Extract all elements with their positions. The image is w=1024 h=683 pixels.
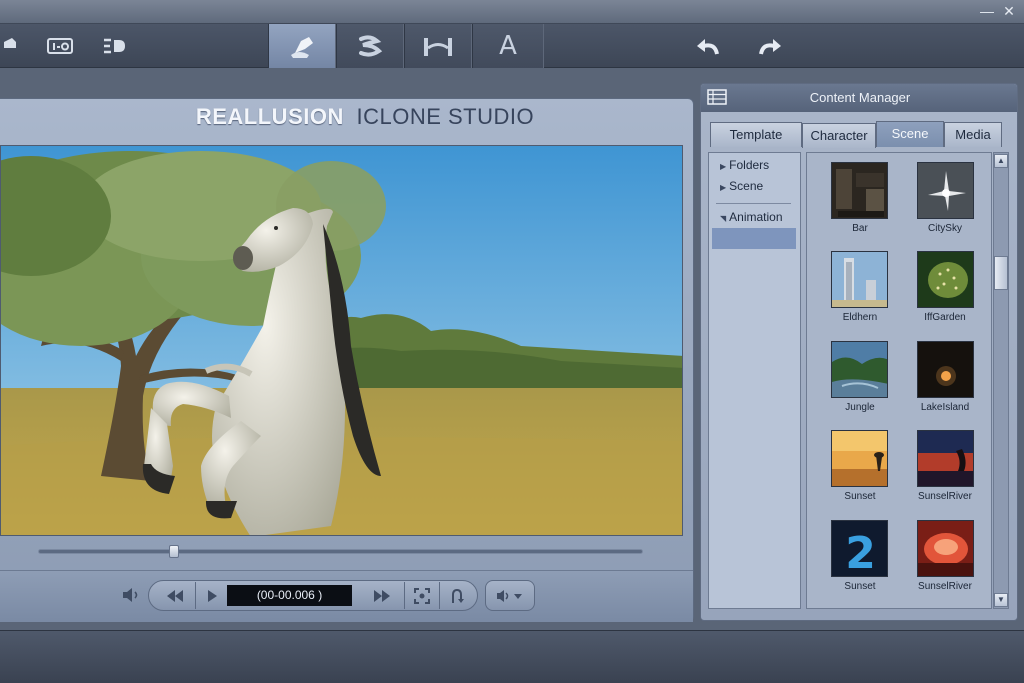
number-two-glyph: 2	[845, 528, 876, 577]
loop-button[interactable]	[441, 580, 473, 611]
focus-icon	[414, 587, 430, 604]
fast-forward-icon	[374, 589, 390, 602]
tree-item-label: Scene	[729, 179, 764, 193]
scroll-up-button[interactable]: ▲	[994, 154, 1008, 168]
3d-icon	[104, 38, 125, 54]
thumbnail-jungle[interactable]	[831, 341, 888, 398]
content-scrollbar[interactable]	[993, 152, 1009, 609]
thumbnail-sunset[interactable]	[831, 430, 888, 487]
thumbnail-lakeisland[interactable]	[917, 341, 974, 398]
tab-media[interactable]: Media	[944, 122, 1002, 147]
thumbnail-sunselriver-2[interactable]	[917, 520, 974, 577]
tree-selected-row[interactable]	[712, 228, 796, 249]
item-label: Bar	[852, 223, 868, 234]
thumbnail-iffgarden[interactable]	[917, 251, 974, 308]
io-button[interactable]	[40, 24, 80, 68]
tab-character[interactable]: Character	[802, 123, 876, 148]
collapse-arrow-icon: ◥	[720, 214, 727, 223]
animation-tab-icon	[359, 35, 383, 57]
actor-tab-icon	[291, 37, 313, 58]
path-tab-icon	[424, 38, 452, 56]
tab-text[interactable]: A	[472, 24, 544, 68]
item-label: IffGarden	[924, 312, 966, 323]
minimize-button[interactable]: —	[978, 3, 996, 19]
expand-arrow-icon: ▶	[720, 183, 727, 192]
product-name: ICLONE STUDIO	[356, 104, 535, 129]
tab-path[interactable]	[404, 24, 472, 68]
item-label: SunselRiver	[918, 491, 972, 502]
io-icon	[47, 38, 73, 54]
timeline-track[interactable]	[38, 549, 643, 554]
stage-button[interactable]	[0, 24, 22, 68]
viewport-title: REALLUSION ICLONE STUDIO	[0, 104, 730, 136]
tree-item-animation[interactable]: ◥ Animation	[720, 210, 783, 224]
redo-icon	[759, 39, 781, 55]
rewind-icon	[167, 589, 183, 602]
undo-icon	[697, 39, 719, 55]
tree-divider	[716, 203, 791, 204]
scene-render	[1, 146, 682, 535]
loop-icon	[452, 588, 464, 603]
scroll-down-icon: ▼	[997, 595, 1005, 604]
3d-button[interactable]	[96, 24, 132, 68]
expand-arrow-icon: ▶	[720, 162, 727, 171]
scene-viewport[interactable]	[0, 145, 683, 536]
list-view-icon[interactable]	[707, 89, 727, 105]
tree-item-label: Folders	[729, 158, 770, 172]
redo-button[interactable]	[752, 24, 788, 68]
play-icon	[208, 589, 217, 602]
bottom-panel	[0, 630, 1024, 683]
stage-icon	[4, 38, 16, 48]
tree-item-label: Animation	[729, 210, 783, 224]
text-tab-icon: A	[499, 31, 517, 61]
brand-name: REALLUSION	[195, 104, 344, 129]
tab-template[interactable]: Template	[710, 122, 802, 147]
item-label: Eldhern	[842, 312, 878, 323]
item-label: SunselRiver	[918, 581, 972, 592]
audio-dropdown-icon	[497, 589, 522, 602]
thumbnail-sunselriver[interactable]	[917, 430, 974, 487]
timeline-thumb[interactable]	[169, 545, 179, 558]
thumbnail-bar[interactable]	[831, 162, 888, 219]
tab-actor[interactable]	[268, 24, 336, 68]
item-label: CitySky	[928, 223, 962, 234]
scroll-thumb[interactable]	[994, 256, 1008, 290]
play-button[interactable]	[198, 580, 226, 611]
separator	[404, 582, 405, 609]
tab-scene[interactable]: Scene	[876, 121, 944, 147]
tree-item-scene[interactable]: ▶ Scene	[720, 179, 763, 193]
tree-item-folders[interactable]: ▶ Folders	[720, 158, 769, 172]
item-label: Sunset	[844, 581, 876, 592]
undo-button[interactable]	[690, 24, 726, 68]
content-manager-title: Content Manager	[809, 90, 911, 105]
close-button[interactable]: ✕	[1000, 3, 1018, 19]
thumbnail-sunset-2[interactable]: 2	[831, 520, 888, 577]
thumbnail-citysky[interactable]	[917, 162, 974, 219]
focus-camera-button[interactable]	[406, 580, 438, 611]
rewind-button[interactable]	[156, 580, 194, 611]
scroll-down-button[interactable]: ▼	[994, 593, 1008, 607]
fast-forward-button[interactable]	[362, 580, 402, 611]
item-label: Sunset	[844, 491, 876, 502]
separator	[439, 582, 440, 609]
audio-dropdown-button[interactable]	[485, 580, 535, 611]
tab-animation[interactable]	[336, 24, 404, 68]
item-label: LakeIsland	[920, 402, 970, 413]
volume-icon[interactable]	[121, 587, 141, 603]
timecode-display: (00-00.006 )	[227, 585, 352, 606]
item-label: Jungle	[845, 402, 875, 413]
title-bar	[0, 0, 1024, 24]
separator	[195, 582, 196, 609]
scroll-up-icon: ▲	[997, 156, 1005, 165]
thumbnail-eldhern[interactable]	[831, 251, 888, 308]
